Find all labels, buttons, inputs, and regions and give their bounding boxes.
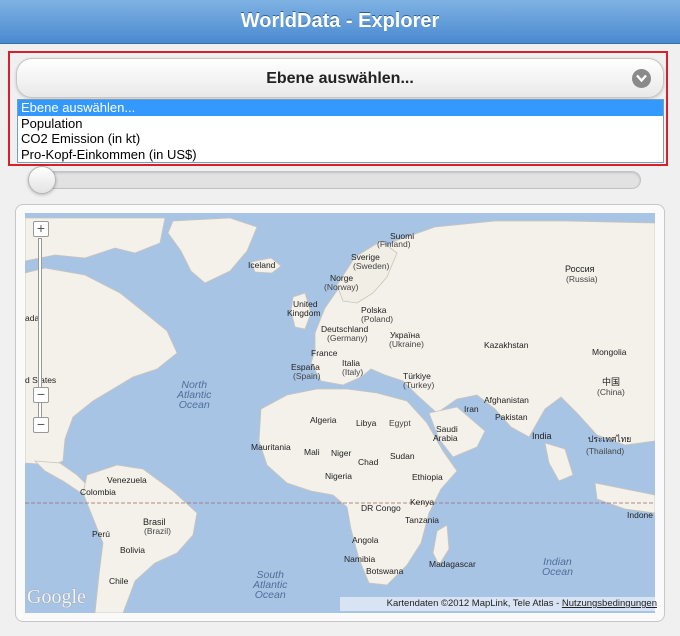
ocean-south-atlantic: South Atlantic Ocean [253, 569, 288, 601]
map-label-sweden-en: (Sweden) [353, 261, 390, 271]
map-label-china-en: (China) [597, 387, 625, 397]
chevron-down-icon [632, 69, 651, 88]
map-label-ukraine-en: (Ukraine) [389, 339, 424, 349]
year-slider-track[interactable] [30, 171, 641, 189]
map-label-tanzania: Tanzania [405, 515, 440, 525]
map-label-chad: Chad [358, 457, 379, 467]
attribution-text: Kartendaten ©2012 MapLink, Tele Atlas - [386, 598, 562, 609]
terms-link[interactable]: Nutzungsbedingungen [562, 598, 657, 609]
layer-select-label: Ebene auswählen... [266, 70, 414, 87]
ocean-north-atlantic: North Atlantic Ocean [177, 379, 212, 411]
app-title: WorldData - Explorer [240, 10, 440, 32]
world-map[interactable]: Suomi (Finland) Sverige (Sweden) Iceland… [25, 213, 655, 613]
map-label-algeria: Algeria [310, 415, 337, 425]
map-label-indonesia: Indone [627, 510, 653, 520]
google-logo: Google [27, 586, 86, 608]
ocean-indian: Indian Ocean [542, 556, 573, 578]
map-label-thailand-en: (Thailand) [586, 446, 625, 456]
app-header: WorldData - Explorer [0, 0, 680, 44]
layer-options-list[interactable]: Ebene auswählen... Population CO2 Emissi… [17, 99, 664, 163]
map-label-mongolia: Mongolia [592, 347, 627, 357]
zoom-in-button[interactable]: + [33, 221, 49, 237]
layer-option-population[interactable]: Population [18, 116, 663, 132]
zoom-out-button[interactable]: − [33, 417, 49, 433]
map-label-norway-en: (Norway) [324, 282, 359, 292]
map-label-mali: Mali [304, 447, 320, 457]
map-label-egypt: Egypt [389, 418, 411, 428]
map-label-mauritania: Mauritania [251, 442, 291, 452]
map-label-uk-2: Kingdom [287, 308, 321, 318]
map-label-finland-en: (Finland) [377, 239, 411, 249]
map-label-iceland: Iceland [248, 260, 276, 270]
map-label-arabia: Arabia [433, 433, 458, 443]
zoom-handle[interactable]: − [33, 387, 49, 403]
map-label-ethiopia: Ethiopia [412, 472, 443, 482]
map-label-italy-en: (Italy) [342, 367, 364, 377]
map-label-angola: Angola [352, 535, 379, 545]
layer-option-co2[interactable]: CO2 Emission (in kt) [18, 131, 663, 147]
year-slider-handle[interactable] [28, 166, 56, 194]
map-label-pakistan: Pakistan [495, 412, 528, 422]
map-label-drcongo: DR Congo [361, 503, 401, 513]
map-label-libya: Libya [356, 418, 377, 428]
map-label-germany-en: (Germany) [327, 333, 368, 343]
map-label-kenya: Kenya [410, 497, 435, 507]
map-label-poland-en: (Poland) [361, 314, 394, 324]
map-label-venezuela: Venezuela [107, 475, 147, 485]
map-label-brazil-en: (Brazil) [144, 526, 171, 536]
map-label-france: France [311, 348, 338, 358]
map-label-bolivia: Bolivia [120, 545, 146, 555]
layer-option-default[interactable]: Ebene auswählen... [18, 100, 663, 116]
layer-option-income[interactable]: Pro-Kopf-Einkommen (in US$) [18, 147, 663, 163]
map-label-botswana: Botswana [366, 566, 404, 576]
map-label-colombia: Colombia [80, 487, 116, 497]
map-label-kazakhstan: Kazakhstan [484, 340, 529, 350]
map-label-peru: Perú [92, 529, 110, 539]
map-label-spain-en: (Spain) [293, 371, 321, 381]
map-label-afghanistan: Afghanistan [484, 395, 529, 405]
map-label-turkey-en: (Turkey) [403, 380, 435, 390]
map-label-sudan: Sudan [390, 451, 415, 461]
map-label-nigeria: Nigeria [325, 471, 352, 481]
map-label-russia-en: (Russia) [566, 274, 598, 284]
map-label-niger: Niger [331, 448, 352, 458]
layer-select-button[interactable]: Ebene auswählen... [16, 58, 664, 98]
map-label-madagascar: Madagascar [429, 559, 476, 569]
map-label-russia: Россия [565, 264, 595, 274]
map-label-china: 中国 [602, 377, 621, 387]
map-label-thailand: ประเทศไทย [588, 434, 632, 444]
map-label-namibia: Namibia [344, 554, 376, 564]
map-attribution: Kartendaten ©2012 MapLink, Tele Atlas - … [340, 597, 657, 611]
map-label-iran: Iran [464, 404, 479, 414]
map-label-india: India [532, 431, 552, 441]
map-label-chile: Chile [109, 576, 129, 586]
